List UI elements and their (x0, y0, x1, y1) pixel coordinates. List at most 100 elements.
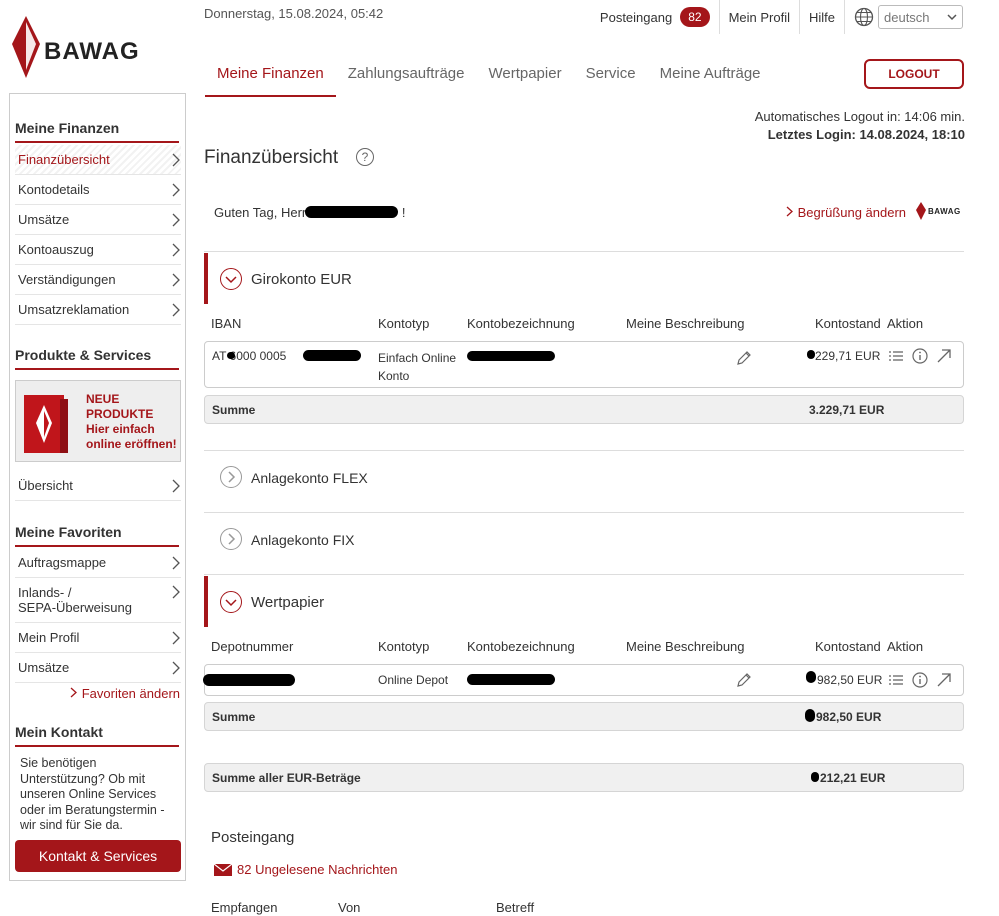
col-kontobezeichnung: Kontobezeichnung (467, 639, 575, 654)
section-title-flex[interactable]: Anlagekonto FLEX (251, 470, 368, 486)
language-switch[interactable]: deutsch (845, 0, 963, 34)
chevron-right-icon (172, 243, 180, 256)
sidebar-item-fav-umsaetze[interactable]: Umsätze (15, 653, 181, 683)
chevron-right-icon (172, 479, 180, 492)
col-von: Von (338, 900, 361, 915)
sidebar-item-label: Finanzübersicht (18, 152, 110, 167)
nav-zahlungsauftraege[interactable]: Zahlungsaufträge (336, 56, 477, 97)
pencil-icon[interactable] (736, 350, 752, 366)
divider (204, 512, 964, 513)
expand-toggle-fix[interactable] (220, 528, 242, 550)
favorites-change-label: Favoriten ändern (81, 686, 180, 701)
envelope-icon (214, 863, 232, 876)
expand-toggle-flex[interactable] (220, 466, 242, 488)
inbox-link[interactable]: Posteingang 82 (591, 0, 720, 34)
sidebar-item-auftragsmappe[interactable]: Auftragsmappe (15, 548, 181, 578)
sidebar-item-mein-profil[interactable]: Mein Profil (15, 623, 181, 653)
sidebar-item-label: Umsatzreklamation (18, 302, 130, 317)
sidebar-head-finanzen: Meine Finanzen (15, 120, 179, 143)
sidebar-item-finanzuebersicht[interactable]: Finanzübersicht (15, 145, 181, 175)
auto-logout-timer: Automatisches Logout in: 14:06 min. (754, 109, 965, 124)
divider (204, 574, 964, 575)
nav-meine-finanzen[interactable]: Meine Finanzen (205, 56, 336, 97)
sidebar-item-label: Kontodetails (18, 182, 90, 197)
arrow-up-right-icon[interactable] (936, 348, 952, 364)
collapse-toggle-wertpapier[interactable] (220, 591, 242, 613)
info-icon[interactable] (912, 672, 928, 688)
sidebar-item-kontoauszug[interactable]: Kontoauszug (15, 235, 181, 265)
inbox-section-title: Posteingang (211, 829, 295, 846)
col-iban: IBAN (211, 316, 242, 331)
iban-value[interactable]: AT 6000 0005 (212, 349, 286, 363)
sidebar-head-favoriten: Meine Favoriten (15, 524, 179, 547)
section-accent (204, 253, 208, 304)
sidebar-item-umsatzreklamation[interactable]: Umsatzreklamation (15, 295, 181, 325)
unread-messages-link[interactable]: 82 Ungelesene Nachrichten (214, 862, 397, 877)
redaction-mark (227, 352, 235, 359)
promo-line: PRODUKTE (86, 407, 154, 421)
col-kontostand: Kontostand (815, 316, 881, 331)
nav-service[interactable]: Service (574, 56, 648, 97)
table-row[interactable]: AT 6000 0005 Einfach Online Konto 229,71… (204, 341, 964, 388)
section-title-girokonto: Girokonto EUR (251, 271, 352, 288)
language-select[interactable]: deutsch (878, 5, 963, 29)
list-icon[interactable] (888, 348, 904, 364)
greeting-prefix: Guten Tag, Herr (214, 205, 307, 220)
logout-button[interactable]: LOGOUT (864, 59, 964, 89)
section-accent (204, 576, 208, 627)
total-value: 212,21 EUR (820, 771, 886, 785)
arrow-up-right-icon[interactable] (936, 672, 952, 688)
bawag-mini-logo: BAWAG (915, 202, 965, 220)
label-line: Inlands- / (18, 585, 72, 600)
info-icon[interactable] (912, 348, 928, 364)
pencil-icon[interactable] (736, 672, 752, 688)
change-greeting-link[interactable]: Begrüßung ändern (786, 205, 906, 220)
chevron-down-icon (947, 14, 957, 21)
sidebar-item-umsaetze[interactable]: Umsätze (15, 205, 181, 235)
sidebar-item-kontodetails[interactable]: Kontodetails (15, 175, 181, 205)
sidebar-item-uebersicht[interactable]: Übersicht (15, 471, 181, 501)
sidebar-item-label: Auftragsmappe (18, 555, 107, 570)
redaction-mark (203, 674, 295, 686)
profile-link[interactable]: Mein Profil (720, 0, 800, 34)
sidebar-item-verstaendigungen[interactable]: Verständigungen (15, 265, 181, 295)
redaction-mark (811, 772, 819, 782)
sidebar-item-sepa-ueberweisung[interactable]: Inlands- / SEPA-Überweisung (15, 578, 181, 623)
table-row[interactable]: Online Depot 982,50 EUR (203, 664, 964, 696)
list-icon[interactable] (888, 672, 904, 688)
sidebar-item-label: Umsätze (18, 660, 70, 675)
language-value: deutsch (884, 9, 930, 25)
kontotyp-line: Einfach Online (378, 351, 457, 365)
sidebar-item-label: Umsätze (18, 212, 70, 227)
nav-meine-auftraege[interactable]: Meine Aufträge (648, 56, 773, 97)
mini-logo-text: BAWAG (928, 207, 961, 216)
col-aktion: Aktion (887, 639, 924, 654)
kontotyp-line: Konto (378, 369, 410, 383)
globe-icon (854, 7, 874, 27)
divider (204, 450, 964, 451)
chevron-down-icon (225, 599, 237, 607)
redaction-mark (467, 674, 555, 685)
help-link[interactable]: Hilfe (800, 0, 845, 34)
collapse-toggle-girokonto[interactable] (220, 268, 242, 290)
contact-services-button[interactable]: Kontakt & Services (15, 840, 181, 872)
chevron-right-icon (228, 471, 236, 483)
kontotyp-value: Online Depot (378, 673, 449, 687)
divider (204, 251, 964, 252)
chevron-right-icon (172, 631, 180, 644)
row-actions (888, 672, 952, 688)
promo-banner[interactable]: NEUE PRODUKTE Hier einfach online eröffn… (15, 380, 181, 462)
change-greeting-label: Begrüßung ändern (797, 205, 907, 220)
sidebar: Meine Finanzen Finanzübersicht Kontodeta… (9, 93, 186, 881)
chevron-right-icon (172, 556, 180, 569)
col-betreff: Betreff (496, 900, 535, 915)
kontostand-value: 229,71 EUR (815, 349, 881, 363)
section-title-fix[interactable]: Anlagekonto FIX (251, 532, 355, 548)
col-kontostand: Kontostand (815, 639, 881, 654)
help-icon[interactable]: ? (356, 148, 374, 166)
favorites-change-link[interactable]: Favoriten ändern (70, 686, 180, 701)
nav-wertpapier[interactable]: Wertpapier (476, 56, 573, 97)
chevron-right-icon (172, 153, 180, 166)
top-utility-bar: Posteingang 82 Mein Profil Hilfe deutsch (591, 0, 963, 34)
chevron-right-icon (172, 661, 180, 674)
